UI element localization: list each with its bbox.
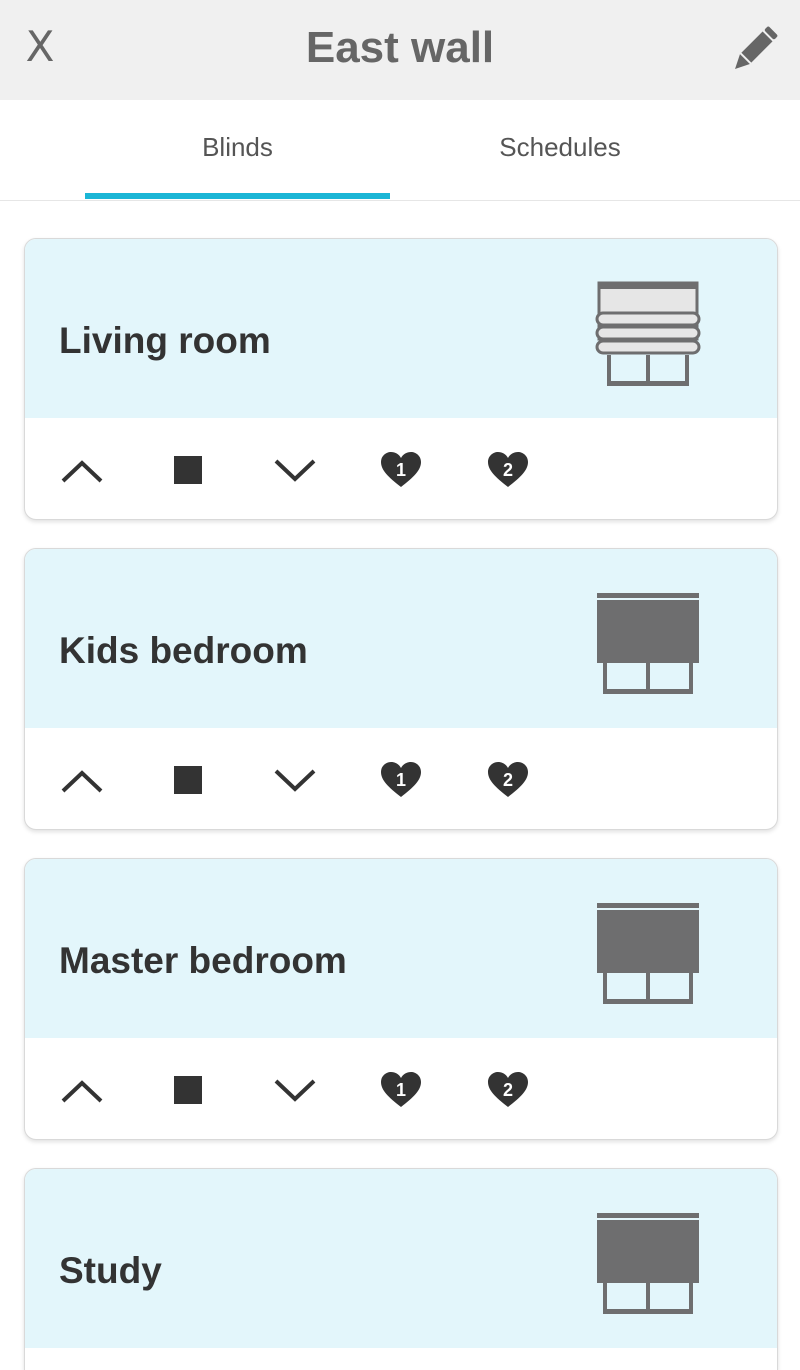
blind-closed-icon: [597, 903, 699, 1004]
heart-1-icon: 1: [381, 452, 421, 487]
blind-closed-icon: [597, 1213, 699, 1314]
favorite-1-button[interactable]: 1: [373, 1062, 429, 1118]
svg-text:1: 1: [396, 770, 406, 790]
open-button[interactable]: [54, 752, 110, 808]
heart-1-icon: 1: [381, 1072, 421, 1107]
chevron-down-icon: [274, 769, 316, 792]
favorite-2-button[interactable]: 2: [480, 752, 536, 808]
close-blind-button[interactable]: [267, 1062, 323, 1118]
active-tab-indicator: [85, 193, 390, 199]
blind-card-study: Study: [24, 1168, 778, 1370]
heart-2-icon: 2: [488, 452, 528, 487]
svg-text:2: 2: [503, 460, 513, 480]
chevron-down-icon: [274, 1079, 316, 1102]
app-header: X East wall: [0, 0, 800, 100]
close-blind-button[interactable]: [267, 752, 323, 808]
blind-controls: 1 2: [25, 418, 777, 519]
svg-text:1: 1: [396, 1080, 406, 1100]
edit-button[interactable]: [724, 24, 780, 80]
stop-button[interactable]: [160, 442, 216, 498]
blind-card-kids-bedroom: Kids bedroom 1 2: [24, 548, 778, 830]
blind-open-icon: [595, 281, 701, 386]
svg-text:2: 2: [503, 1080, 513, 1100]
blind-card-master-bedroom: Master bedroom 1 2: [24, 858, 778, 1140]
stop-icon: [174, 1076, 202, 1104]
heart-2-icon: 2: [488, 762, 528, 797]
blind-card-living-room: Living room 1 2: [24, 238, 778, 520]
favorite-2-button[interactable]: 2: [480, 442, 536, 498]
blind-card-header[interactable]: Master bedroom: [25, 859, 777, 1038]
stop-icon: [174, 766, 202, 794]
favorite-1-button[interactable]: 1: [373, 442, 429, 498]
blind-controls: 1 2: [25, 1038, 777, 1139]
blind-controls: 1 2: [25, 728, 777, 829]
blind-card-header[interactable]: Study: [25, 1169, 777, 1348]
blind-card-header[interactable]: Living room: [25, 239, 777, 418]
tab-schedules[interactable]: Schedules: [405, 100, 715, 200]
tab-blinds[interactable]: Blinds: [85, 100, 390, 200]
heart-1-icon: 1: [381, 762, 421, 797]
stop-button[interactable]: [160, 1062, 216, 1118]
svg-text:2: 2: [503, 770, 513, 790]
tab-bar: Blinds Schedules: [0, 100, 800, 201]
chevron-up-icon: [61, 1080, 103, 1103]
open-button[interactable]: [54, 1062, 110, 1118]
blind-name: Study: [59, 1250, 162, 1291]
stop-icon: [174, 456, 202, 484]
favorite-1-button[interactable]: 1: [373, 752, 429, 808]
blind-card-header[interactable]: Kids bedroom: [25, 549, 777, 728]
favorite-2-button[interactable]: 2: [480, 1062, 536, 1118]
open-button[interactable]: [54, 442, 110, 498]
blind-closed-icon: [597, 593, 699, 694]
chevron-up-icon: [61, 460, 103, 483]
close-blind-button[interactable]: [267, 442, 323, 498]
chevron-up-icon: [61, 770, 103, 793]
blind-name: Living room: [59, 320, 271, 361]
heart-2-icon: 2: [488, 1072, 528, 1107]
blind-name: Master bedroom: [59, 940, 347, 981]
svg-text:1: 1: [396, 460, 406, 480]
chevron-down-icon: [274, 459, 316, 482]
blind-name: Kids bedroom: [59, 630, 308, 671]
pencil-icon: [735, 26, 778, 69]
stop-button[interactable]: [160, 752, 216, 808]
page-title: East wall: [305, 23, 495, 72]
